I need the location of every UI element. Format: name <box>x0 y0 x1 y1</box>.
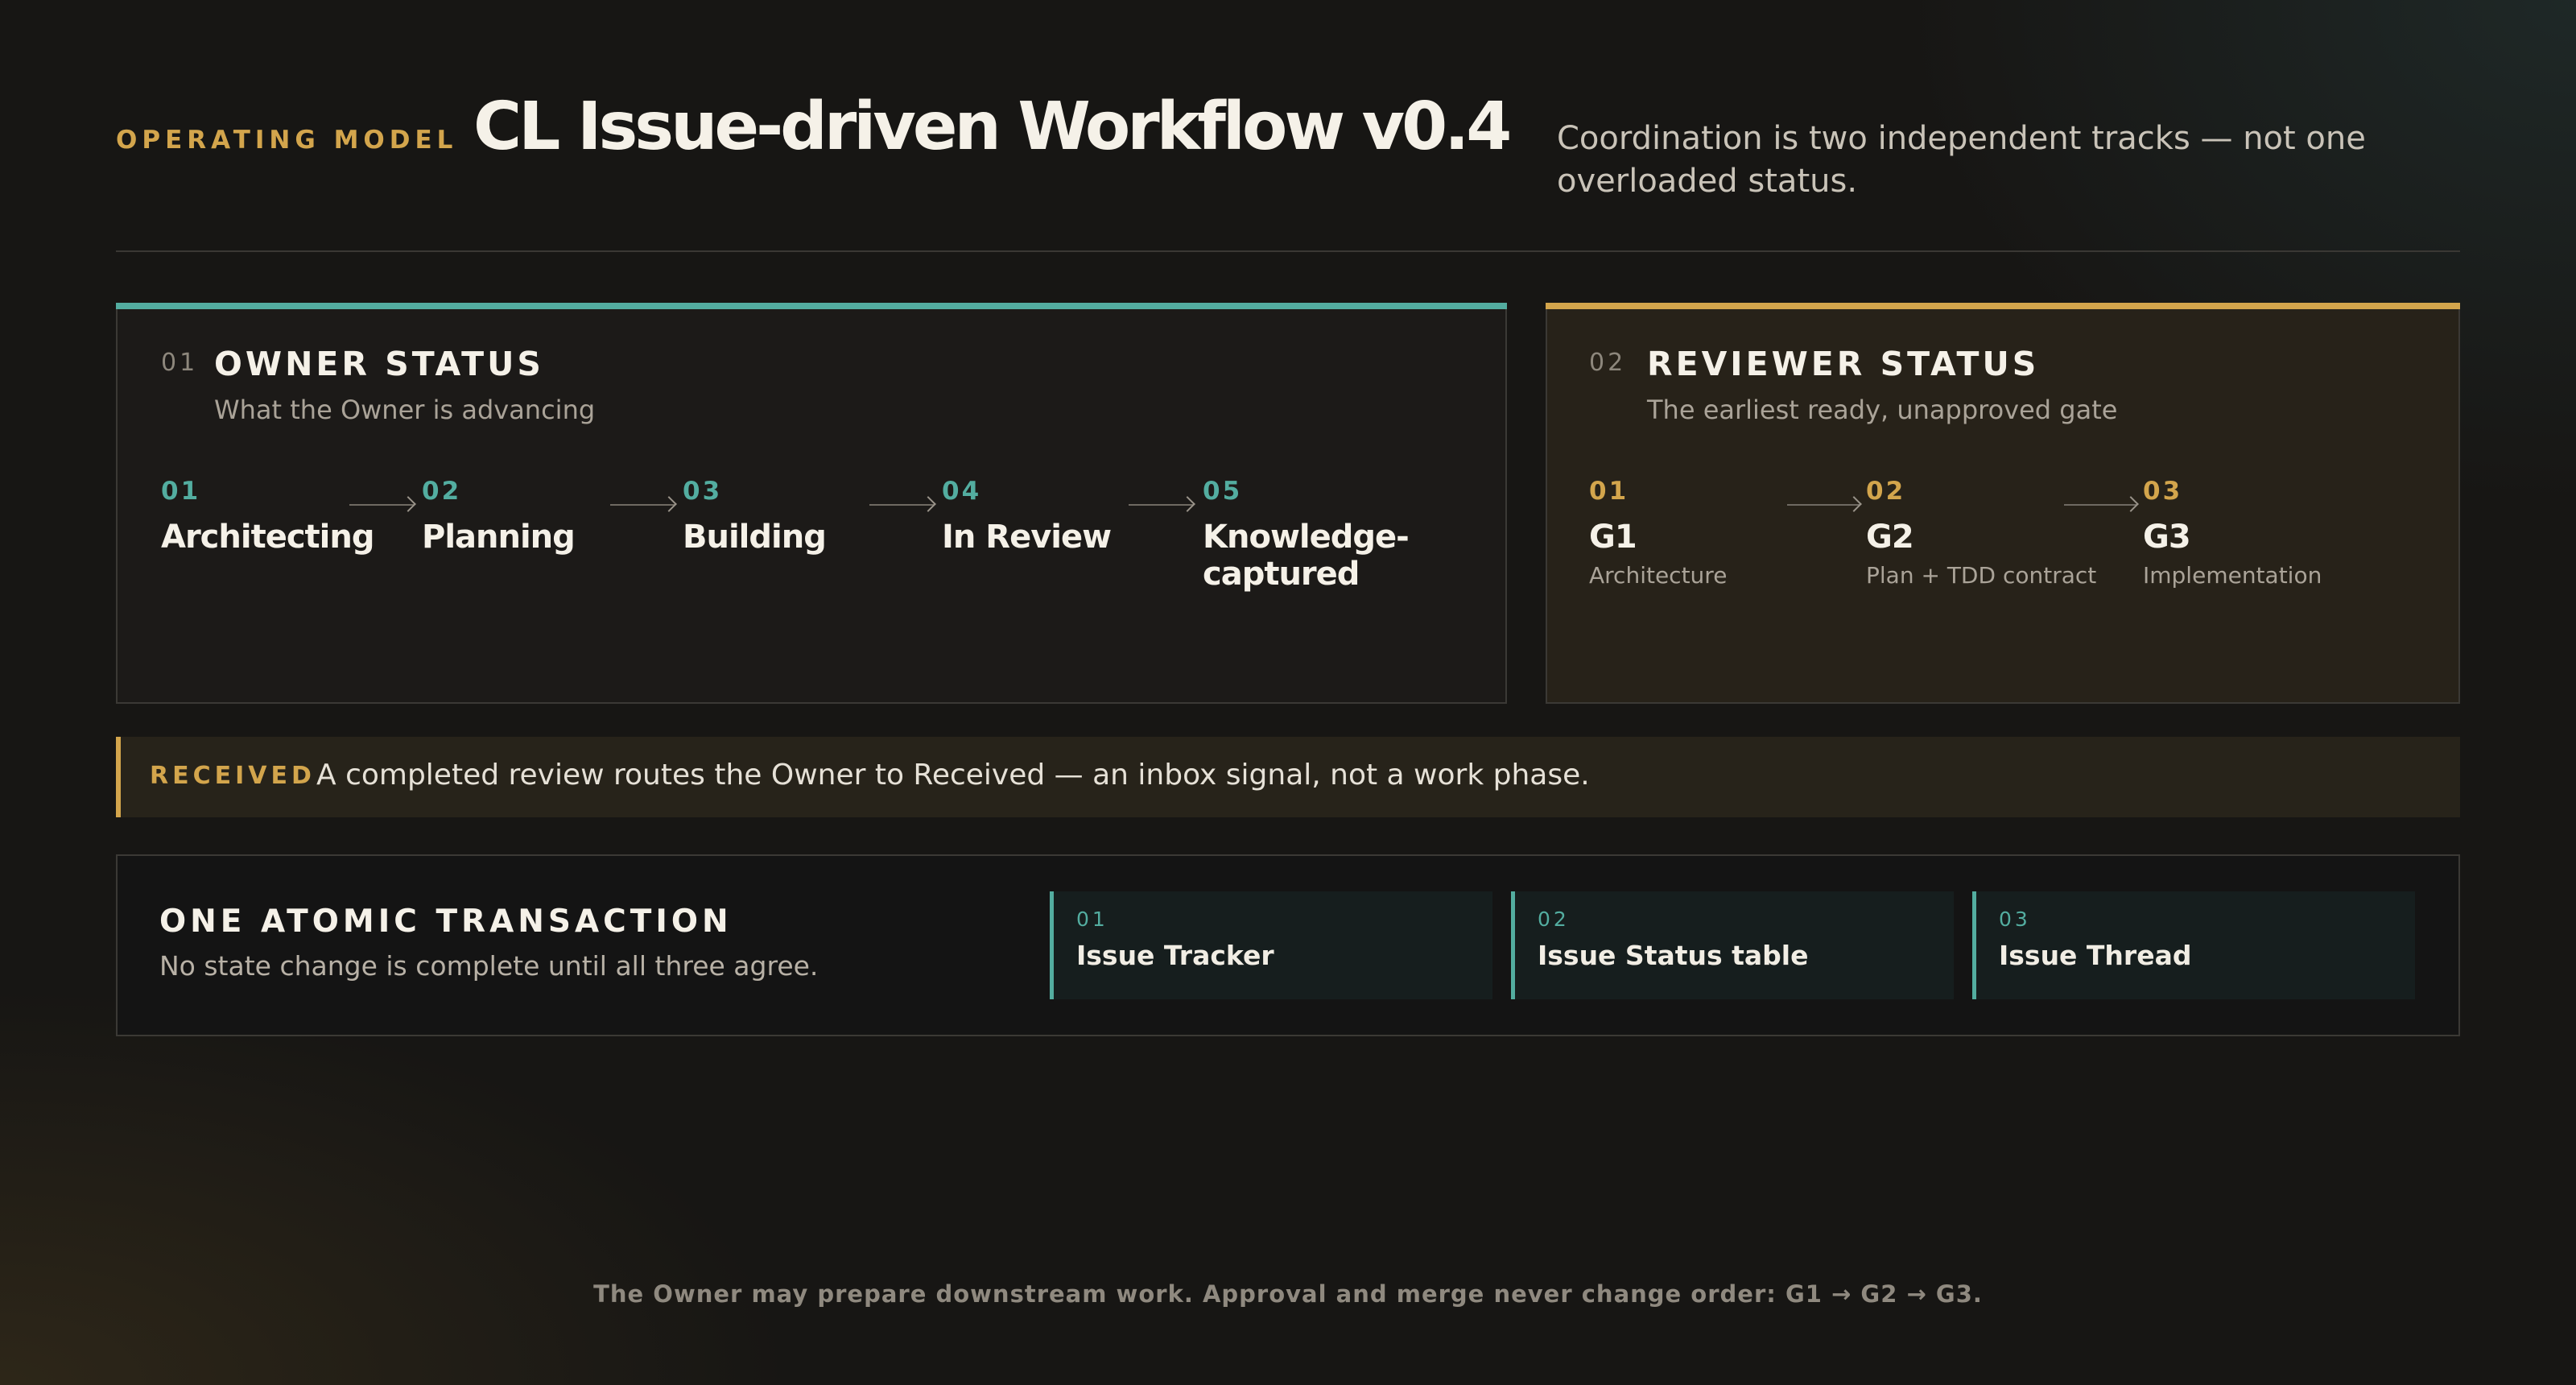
atomic-item-label: Issue Tracker <box>1076 940 1274 971</box>
atomic-item-label: Issue Status table <box>1538 940 1809 971</box>
reviewer-gate-g3: 03 G3 Implementation <box>2143 477 2322 589</box>
arrow-right-icon <box>610 504 675 506</box>
arrow-right-icon <box>349 504 414 506</box>
owner-step-knowledge-captured: 05 Knowledge-captured <box>1203 477 1412 593</box>
gate-description: Architecture <box>1589 562 1728 589</box>
atomic-item-number: 02 <box>1538 907 1570 931</box>
reviewer-card-accent-bar <box>1546 303 2460 309</box>
owner-step-architecting: 01 Architecting <box>161 477 374 556</box>
owner-step-number: 04 <box>942 477 982 506</box>
owner-step-label: Architecting <box>161 519 374 556</box>
atomic-item-issue-tracker: 01 Issue Tracker <box>1050 891 1492 999</box>
gate-label: G3 <box>2143 519 2191 556</box>
atomic-item-issue-status-table: 02 Issue Status table <box>1511 891 1954 999</box>
owner-card-accent-bar <box>116 303 1507 309</box>
reviewer-card-number: 02 <box>1589 349 1627 377</box>
arrow-right-icon <box>1787 504 1860 506</box>
atomic-item-number: 03 <box>1999 907 2031 931</box>
owner-step-number: 01 <box>161 477 201 506</box>
gate-number: 03 <box>2143 477 2183 506</box>
owner-step-in-review: 04 In Review <box>942 477 1112 556</box>
page-subtitle: Coordination is two independent tracks —… <box>1557 120 2366 200</box>
atomic-subtitle: No state change is complete until all th… <box>159 950 819 982</box>
owner-card-title: OWNER STATUS <box>214 345 544 383</box>
owner-step-building: 03 Building <box>683 477 827 556</box>
reviewer-card-subtitle: The earliest ready, unapproved gate <box>1647 395 2118 425</box>
gate-description: Implementation <box>2143 562 2322 589</box>
owner-status-card: 01 OWNER STATUS What the Owner is advanc… <box>116 303 1507 704</box>
atomic-item-issue-thread: 03 Issue Thread <box>1972 891 2415 999</box>
received-label: RECEIVED <box>150 762 316 790</box>
owner-step-number: 03 <box>683 477 723 506</box>
gate-number: 02 <box>1866 477 1906 506</box>
page-title: CL Issue-driven Workflow v0.4 <box>473 89 1512 165</box>
gate-label: G1 <box>1589 519 1637 556</box>
footer-note: The Owner may prepare downstream work. A… <box>593 1280 1983 1308</box>
reviewer-gate-g2: 02 G2 Plan + TDD contract <box>1866 477 2096 589</box>
owner-step-number: 05 <box>1203 477 1243 506</box>
reviewer-card-title: REVIEWER STATUS <box>1647 345 2040 383</box>
owner-step-label: In Review <box>942 519 1112 556</box>
atomic-item-label: Issue Thread <box>1999 940 2192 971</box>
gate-label: G2 <box>1866 519 1914 556</box>
arrow-right-icon <box>869 504 934 506</box>
owner-step-label: Knowledge-captured <box>1203 519 1410 593</box>
owner-step-label: Planning <box>422 519 576 556</box>
atomic-item-number: 01 <box>1076 907 1108 931</box>
owner-step-number: 02 <box>422 477 462 506</box>
received-text: A completed review routes the Owner to R… <box>316 759 1590 792</box>
gate-description: Plan + TDD contract <box>1866 562 2097 589</box>
arrow-right-icon <box>1129 504 1193 506</box>
header-divider <box>116 250 2460 252</box>
owner-card-subtitle: What the Owner is advancing <box>214 395 596 425</box>
owner-step-planning: 02 Planning <box>422 477 576 556</box>
arrow-right-icon <box>2064 504 2136 506</box>
gate-number: 01 <box>1589 477 1629 506</box>
reviewer-gate-g1: 01 G1 Architecture <box>1589 477 1727 589</box>
reviewer-status-card: 02 REVIEWER STATUS The earliest ready, u… <box>1546 303 2460 704</box>
owner-card-number: 01 <box>161 349 199 377</box>
atomic-title: ONE ATOMIC TRANSACTION <box>159 903 733 940</box>
owner-step-label: Building <box>683 519 827 556</box>
eyebrow-label: OPERATING MODEL <box>116 126 458 155</box>
